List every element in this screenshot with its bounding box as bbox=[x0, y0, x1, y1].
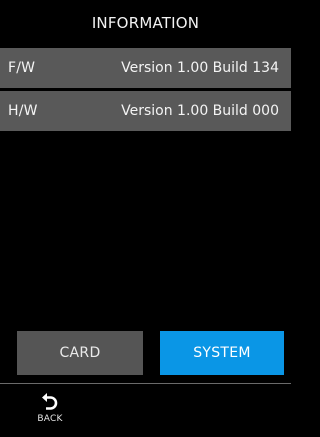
card-tab-button[interactable]: CARD bbox=[17, 331, 143, 375]
back-label: BACK bbox=[37, 414, 63, 424]
back-button[interactable]: BACK bbox=[30, 388, 70, 437]
hardware-version-row: H/W Version 1.00 Build 000 bbox=[0, 91, 291, 131]
footer-divider bbox=[0, 383, 291, 384]
firmware-label: F/W bbox=[8, 60, 36, 76]
hardware-label: H/W bbox=[8, 103, 38, 119]
firmware-version-value: Version 1.00 Build 134 bbox=[121, 60, 279, 76]
page-title: INFORMATION bbox=[91, 14, 200, 32]
back-arrow-icon bbox=[42, 393, 58, 410]
system-tab-button[interactable]: SYSTEM bbox=[160, 331, 284, 375]
firmware-version-row: F/W Version 1.00 Build 134 bbox=[0, 48, 291, 88]
hardware-version-value: Version 1.00 Build 000 bbox=[121, 103, 279, 119]
